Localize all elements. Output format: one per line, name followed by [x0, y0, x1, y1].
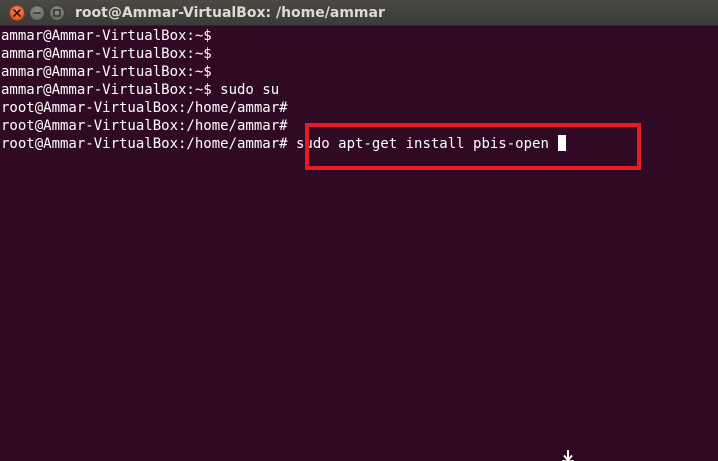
prompt: root@Ammar-VirtualBox:/home/ammar# — [1, 118, 288, 134]
terminal-line-active[interactable]: root@Ammar-VirtualBox:/home/ammar# sudo … — [0, 135, 718, 153]
terminal-line: root@Ammar-VirtualBox:/home/ammar# — [0, 117, 718, 135]
prompt: ammar@Ammar-VirtualBox:~$ — [1, 82, 212, 98]
prompt: root@Ammar-VirtualBox:/home/ammar# — [1, 100, 288, 116]
command: sudo su — [211, 82, 280, 98]
prompt: ammar@Ammar-VirtualBox:~$ — [1, 28, 212, 44]
minimize-button[interactable] — [29, 5, 45, 21]
window-title: root@Ammar-VirtualBox: /home/ammar — [75, 5, 385, 21]
close-button[interactable] — [9, 5, 25, 21]
maximize-icon — [53, 9, 61, 17]
terminal-line: ammar@Ammar-VirtualBox:~$ — [0, 45, 718, 63]
prompt: ammar@Ammar-VirtualBox:~$ — [1, 64, 212, 80]
maximize-button[interactable] — [49, 5, 65, 21]
terminal-line: ammar@Ammar-VirtualBox:~$ sudo su — [0, 81, 718, 99]
terminal-line: ammar@Ammar-VirtualBox:~$ — [0, 27, 718, 45]
mouse-pointer-resize-icon — [561, 449, 575, 461]
terminal-line: root@Ammar-VirtualBox:/home/ammar# — [0, 99, 718, 117]
title-bar[interactable]: root@Ammar-VirtualBox: /home/ammar — [0, 0, 718, 26]
prompt: root@Ammar-VirtualBox:/home/ammar# — [1, 136, 288, 152]
terminal-output[interactable]: ammar@Ammar-VirtualBox:~$ ammar@Ammar-Vi… — [0, 27, 718, 461]
prompt: ammar@Ammar-VirtualBox:~$ — [1, 46, 212, 62]
command-input[interactable]: sudo apt-get install pbis-open — [288, 136, 558, 152]
close-icon — [13, 9, 21, 17]
terminal-window: root@Ammar-VirtualBox: /home/ammar ammar… — [0, 0, 718, 461]
text-cursor — [558, 135, 567, 151]
terminal-line: ammar@Ammar-VirtualBox:~$ — [0, 63, 718, 81]
minimize-icon — [33, 9, 41, 17]
